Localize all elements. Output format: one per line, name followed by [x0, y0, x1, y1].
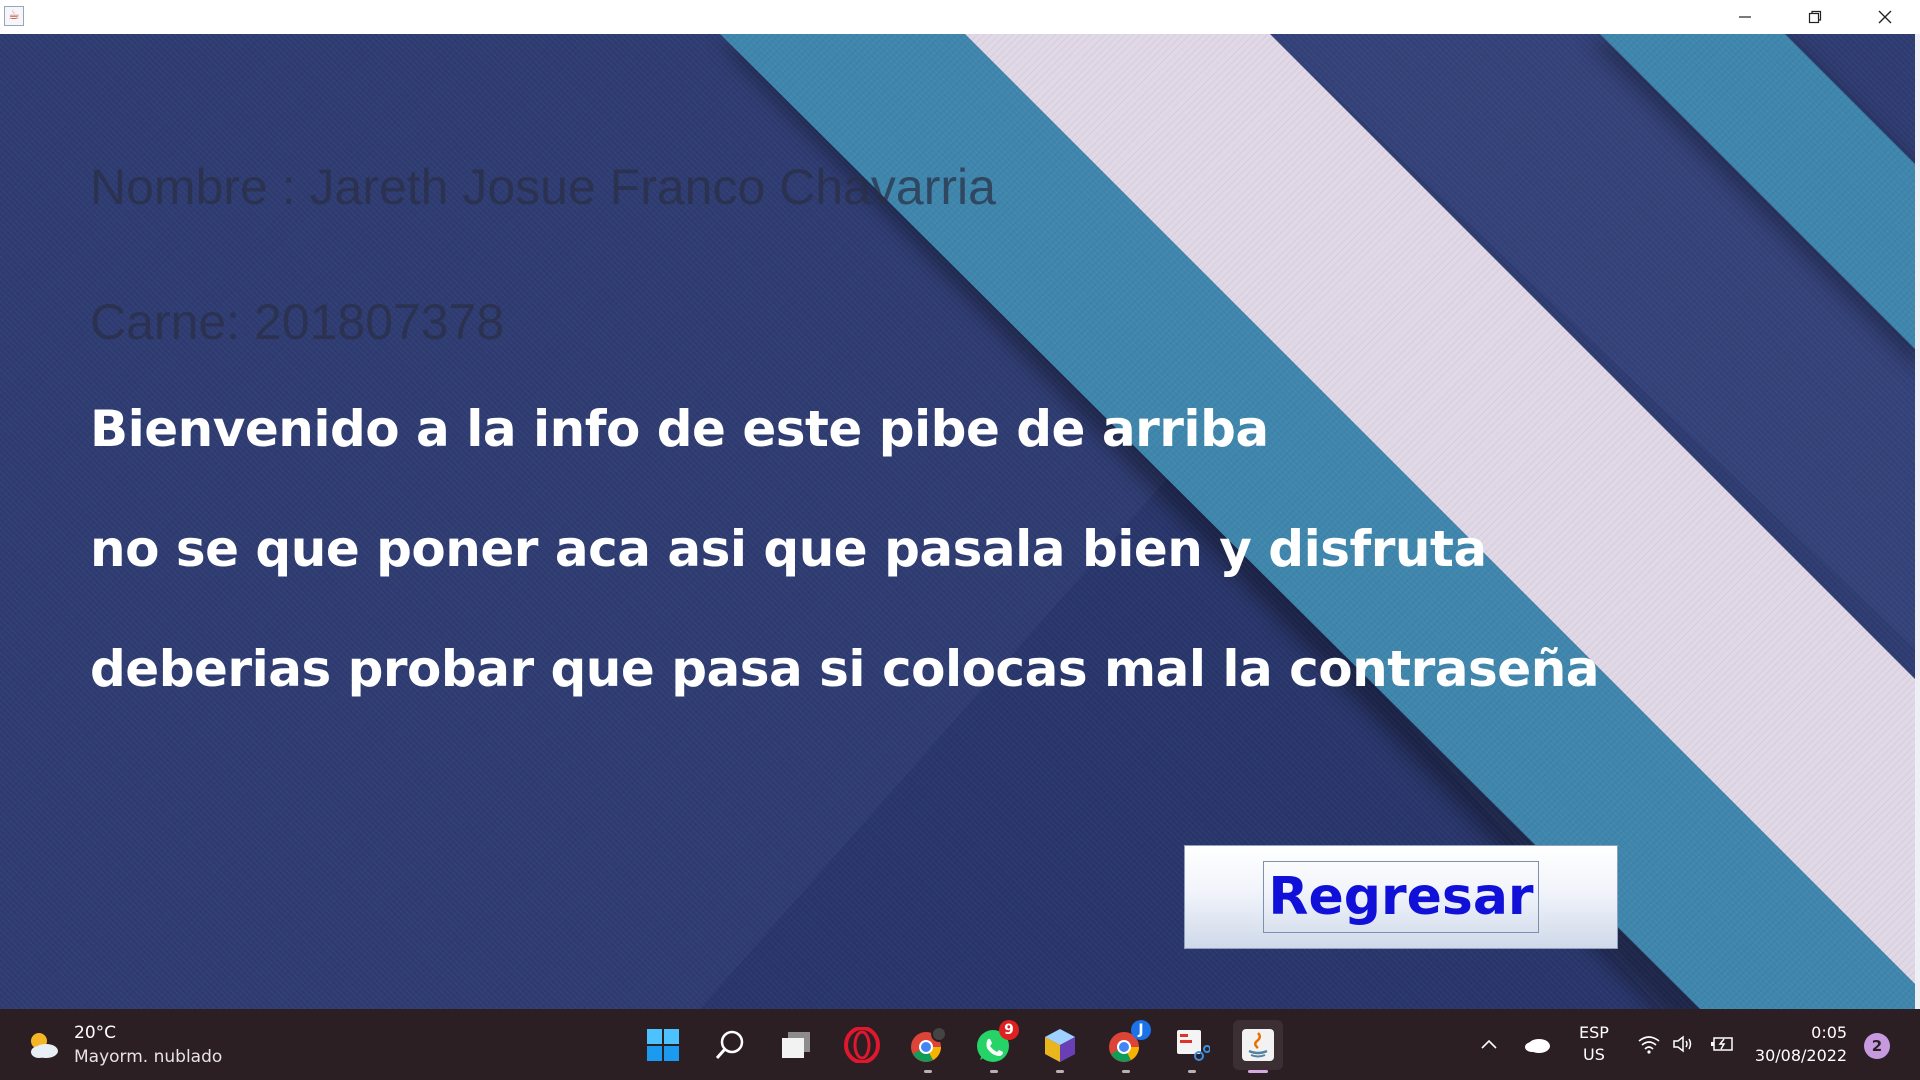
clock-time: 0:05 — [1811, 1023, 1848, 1042]
task-view-icon — [782, 1032, 810, 1058]
carne-label: Carne: 201807378 — [90, 294, 505, 350]
onedrive-cloud-icon — [1525, 1039, 1550, 1053]
chrome-profile-badge: J — [1131, 1020, 1151, 1040]
weather-temperature: 20°C — [74, 1023, 117, 1043]
show-hidden-icons-button[interactable] — [1476, 1024, 1502, 1064]
wifi-button[interactable] — [1634, 1024, 1664, 1064]
virtualbox-icon — [1045, 1029, 1075, 1062]
partly-cloudy-icon — [31, 1033, 58, 1058]
wifi-icon — [1638, 1036, 1660, 1054]
start-button[interactable] — [638, 1020, 688, 1070]
battery-button[interactable] — [1708, 1024, 1738, 1064]
opera-button[interactable] — [837, 1020, 887, 1070]
volume-button[interactable] — [1668, 1024, 1698, 1064]
welcome-line-3: deberias probar que pasa si colocas mal … — [90, 640, 1600, 698]
virtualbox-button[interactable] — [1035, 1020, 1085, 1073]
java-app-icon[interactable]: ☕ — [4, 6, 24, 26]
regresar-button[interactable]: Regresar — [1184, 845, 1618, 949]
notification-badge[interactable]: 2 — [1864, 1033, 1890, 1059]
snipping-tool-button[interactable] — [1167, 1020, 1217, 1073]
snipping-tool-icon — [1177, 1030, 1210, 1061]
language-code: ESP — [1579, 1023, 1609, 1042]
restore-icon — [1808, 10, 1822, 24]
close-icon — [1878, 10, 1892, 24]
task-view-button[interactable] — [771, 1020, 821, 1070]
clock[interactable]: 0:05 30/08/2022 — [1752, 1023, 1850, 1065]
whatsapp-button[interactable]: 9 — [969, 1020, 1019, 1073]
java-app-button[interactable] — [1233, 1020, 1283, 1073]
java-icon — [1242, 1029, 1274, 1061]
search-button[interactable] — [705, 1020, 755, 1070]
weather-description: Mayorm. nublado — [74, 1047, 223, 1067]
chrome-j-button[interactable]: J — [1101, 1020, 1151, 1073]
minimize-button[interactable] — [1710, 0, 1780, 34]
restore-button[interactable] — [1780, 0, 1850, 34]
info-panel: Nombre : Jareth Josue Franco Chavarria C… — [0, 34, 1920, 1009]
clock-date: 30/08/2022 — [1754, 1046, 1848, 1065]
chrome-button[interactable] — [903, 1020, 953, 1073]
welcome-line-2: no se que poner aca asi que pasala bien … — [90, 520, 1487, 578]
speaker-icon — [1673, 1035, 1692, 1053]
whatsapp-badge: 9 — [999, 1020, 1019, 1040]
chrome-icon — [911, 1026, 947, 1062]
keyboard-layout: US — [1583, 1045, 1605, 1064]
taskbar: 20°C Mayorm. nublado 9 J ESP US 0:05 30/… — [0, 1009, 1920, 1080]
language-indicator[interactable]: ESP US — [1572, 1023, 1616, 1064]
onedrive-button[interactable] — [1520, 1024, 1554, 1064]
nombre-label: Nombre : Jareth Josue Franco Chavarria — [90, 159, 996, 215]
windows-start-icon — [647, 1029, 679, 1061]
chevron-up-icon — [1481, 1039, 1497, 1049]
opera-icon — [844, 1027, 880, 1063]
battery-charging-icon — [1711, 1037, 1733, 1051]
welcome-line-1: Bienvenido a la info de este pibe de arr… — [90, 400, 1269, 458]
search-icon — [715, 1030, 744, 1059]
close-button[interactable] — [1850, 0, 1920, 34]
title-bar: ☕ — [0, 0, 1920, 34]
window-right-edge — [1915, 34, 1920, 1009]
regresar-button-label: Regresar — [1263, 861, 1539, 933]
minimize-icon — [1739, 16, 1751, 18]
weather-widget[interactable]: 20°C Mayorm. nublado — [26, 1021, 222, 1069]
